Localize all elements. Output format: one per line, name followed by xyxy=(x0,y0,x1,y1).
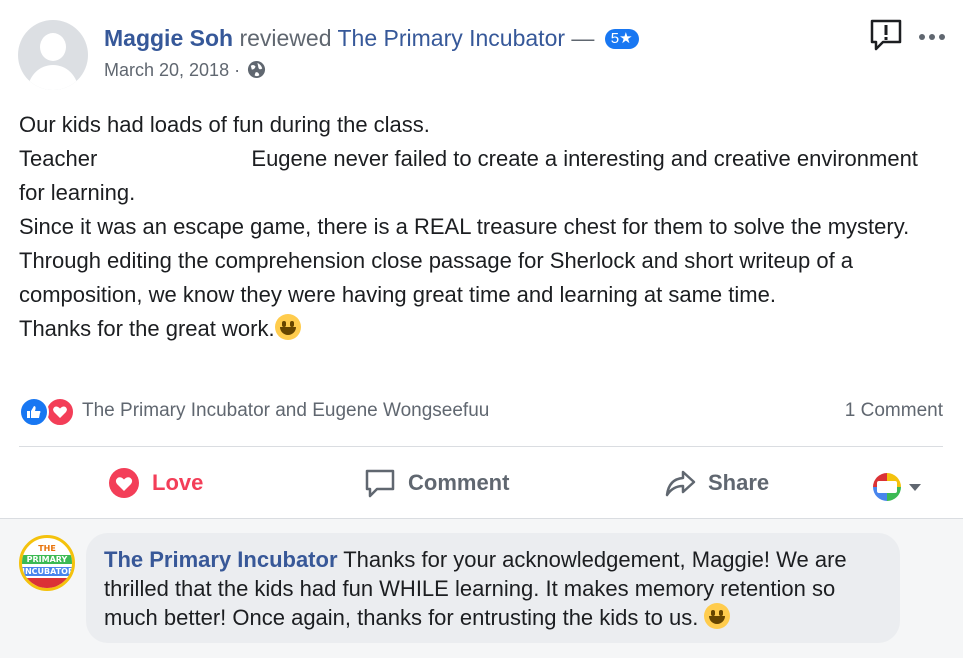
share-button[interactable]: Share xyxy=(664,465,769,501)
love-icon xyxy=(109,468,139,498)
author-avatar[interactable] xyxy=(18,20,88,90)
post-meta: March 20, 2018 · xyxy=(104,60,266,84)
share-label: Share xyxy=(708,470,770,495)
reaction-icons[interactable] xyxy=(19,397,79,427)
reactors-list[interactable]: The Primary Incubator and Eugene Wongsee… xyxy=(82,400,489,422)
love-button[interactable]: Love xyxy=(108,465,203,501)
post-line-2-start: Teacher xyxy=(19,146,98,171)
star-icon: ★ xyxy=(619,30,633,47)
heart-icon xyxy=(45,397,75,427)
post-as-selector[interactable] xyxy=(873,469,921,505)
post-line-2-end: Eugene never failed to create a interest… xyxy=(19,146,918,205)
comment-author-link[interactable]: The Primary Incubator xyxy=(104,547,338,572)
post-line-1: Our kids had loads of fun during the cla… xyxy=(19,112,430,137)
headline-dash: — xyxy=(565,25,601,51)
comments-section: THE PRIMARY INCUBATOR The Primary Incuba… xyxy=(0,518,963,658)
avatar-text-3: INCUBATOR xyxy=(22,567,75,576)
chevron-down-icon xyxy=(909,483,921,491)
share-icon xyxy=(665,470,696,497)
grinning-emoji-icon xyxy=(274,314,301,340)
commenter-avatar[interactable]: THE PRIMARY INCUBATOR xyxy=(19,535,75,591)
post-line-5-text: Thanks for the great work. xyxy=(19,316,275,341)
comment-icon xyxy=(365,469,395,498)
actions-divider xyxy=(19,446,943,447)
report-icon[interactable] xyxy=(869,18,903,52)
date-separator: · xyxy=(229,60,246,80)
post-date-link[interactable]: March 20, 2018 xyxy=(104,60,229,80)
comment-button[interactable]: Comment xyxy=(364,465,509,501)
comment-label: Comment xyxy=(408,470,510,495)
grinning-emoji-icon xyxy=(704,603,731,629)
reactions-summary: The Primary Incubator and Eugene Wongsee… xyxy=(19,396,943,427)
post-line-2: Teacher Eugene never failed to create a … xyxy=(19,142,949,210)
post-actions-bar: Love Comment Share xyxy=(0,455,963,511)
page-logo-icon xyxy=(873,473,901,501)
post-line-5: Thanks for the great work. xyxy=(19,312,949,346)
post-headline: Maggie Soh reviewed The Primary Incubato… xyxy=(104,24,639,52)
review-action-text: reviewed xyxy=(233,25,338,51)
post-header: Maggie Soh reviewed The Primary Incubato… xyxy=(18,18,948,90)
avatar-text-2: PRIMARY xyxy=(22,555,72,564)
comment-bubble: The Primary Incubator Thanks for your ac… xyxy=(86,533,900,643)
post-text: Our kids had loads of fun during the cla… xyxy=(19,108,949,346)
avatar-stripe xyxy=(22,578,72,588)
like-icon xyxy=(19,397,49,427)
love-label: Love xyxy=(152,470,204,495)
rating-value: 5 xyxy=(610,30,620,47)
post-line-3: Since it was an escape game, there is a … xyxy=(19,214,910,239)
author-name-link[interactable]: Maggie Soh xyxy=(104,25,233,51)
rating-badge: 5★ xyxy=(604,29,639,49)
avatar-text-1: THE xyxy=(38,544,56,553)
page-name-link[interactable]: The Primary Incubator xyxy=(337,25,565,51)
globe-icon[interactable] xyxy=(247,60,266,84)
post-line-4: Through editing the comprehension close … xyxy=(19,248,854,307)
comment-count-link[interactable]: 1 Comment xyxy=(845,400,943,422)
more-options-icon[interactable] xyxy=(918,24,946,44)
